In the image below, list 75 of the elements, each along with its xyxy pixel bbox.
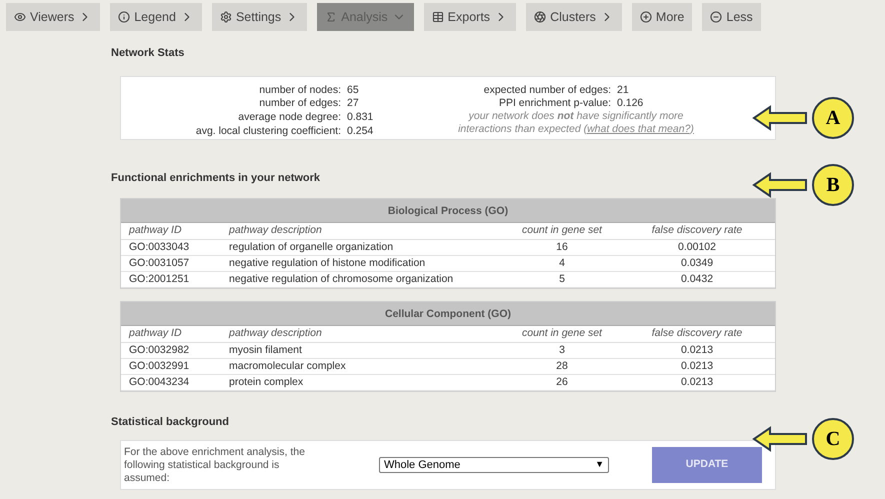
dropdown-arrow-icon: ▼	[595, 458, 604, 472]
minus-icon	[710, 11, 722, 23]
enrichment-note: your network does not have significantly more interactions than expected (what does that mean?)	[457, 110, 695, 136]
table-cell-text: 16	[555, 240, 569, 255]
left-arrow-icon	[752, 426, 808, 452]
table-cell-text: 4	[558, 256, 566, 271]
stat-label: expected number of edges:	[482, 84, 611, 96]
left-arrow-icon	[752, 172, 808, 198]
toolbar-tab[interactable]: Clusters	[526, 3, 622, 31]
table-cell-text: GO:0031057	[129, 256, 190, 271]
background-description: For the above enrichment analysis, the following statistical background is assumed:	[124, 446, 306, 484]
stat-value: 21	[617, 84, 630, 96]
sigma-icon	[325, 11, 338, 23]
table-cell-text: myosin filament	[229, 342, 303, 358]
callout-badge: C	[812, 418, 854, 460]
stat-label: PPI enrichment p-value:	[498, 96, 611, 110]
column-header: false discovery rate	[650, 326, 744, 341]
section-title: Functional enrichments in your network	[111, 170, 322, 186]
table-cell-text: GO:0043234	[129, 374, 190, 390]
column-header: pathway description	[229, 326, 323, 341]
table-cell-text: 26	[555, 374, 569, 390]
column-header: count in gene set	[521, 223, 604, 238]
toolbar-tab[interactable]: Viewers	[6, 3, 100, 31]
table-title: Biological Process (GO)	[121, 199, 775, 223]
stat-value: 0.831	[347, 111, 374, 125]
table-cell-text: protein complex	[229, 374, 304, 390]
table-cell-text: GO:0033043	[129, 240, 190, 255]
table-cell-text: 0.0213	[680, 374, 714, 390]
table-cell-text: 0.0432	[680, 272, 714, 287]
background-select[interactable]: Whole Genome ▼	[379, 457, 609, 473]
stat-value: 65	[347, 84, 360, 98]
table-cell-text: GO:0032991	[129, 358, 190, 374]
toolbar-tab[interactable]: Exports	[424, 3, 516, 31]
plus-icon	[640, 11, 652, 23]
table-cell-text: 28	[555, 358, 569, 374]
toolbar-tab[interactable]: Less	[702, 3, 761, 31]
column-header: pathway ID	[129, 326, 183, 341]
left-arrow-icon	[752, 105, 808, 131]
aperture-icon	[534, 11, 546, 23]
help-link[interactable]: (what does that mean?)	[584, 122, 694, 134]
column-header: pathway description	[229, 223, 323, 238]
stat-label: average node degree:	[237, 111, 341, 125]
callout-badge: A	[812, 97, 854, 139]
table-cell-text: 0.0213	[680, 342, 714, 358]
column-header: false discovery rate	[650, 223, 744, 238]
stat-label: avg. local clustering coefficient:	[194, 124, 341, 138]
table-title: Cellular Component (GO)	[121, 302, 775, 326]
table-cell-text: macromolecular complex	[229, 358, 347, 374]
table-cell-text: 3	[558, 342, 566, 358]
info-icon	[118, 11, 130, 23]
table-cell-text: 0.00102	[677, 240, 717, 255]
stat-label: number of edges:	[258, 97, 341, 111]
section-title: Statistical background	[111, 414, 230, 430]
eye-icon	[14, 11, 26, 23]
table-cell-text: GO:2001251	[129, 272, 190, 287]
callout-badge: B	[812, 164, 854, 206]
stat-value: 0.126	[617, 96, 644, 110]
column-header: pathway ID	[129, 223, 183, 238]
table-cell-text: regulation of organelle organization	[229, 240, 394, 255]
table-icon	[432, 11, 444, 23]
table-cell-text: 0.0213	[680, 358, 714, 374]
toolbar-tab[interactable]: Settings	[212, 3, 308, 31]
table-cell-text: negative regulation of chromosome organization	[229, 272, 454, 287]
stat-label: number of nodes:	[258, 84, 341, 98]
gear-icon	[220, 11, 232, 23]
table-cell-text: negative regulation of histone modification	[229, 256, 426, 271]
section-title: Network Stats	[111, 46, 186, 61]
column-header: count in gene set	[521, 326, 604, 341]
toolbar-tab[interactable]: Legend	[110, 3, 202, 31]
table-cell-text: GO:0032982	[129, 342, 190, 358]
table-cell-text: 0.0349	[680, 256, 714, 271]
stat-value: 0.254	[347, 124, 374, 138]
stat-value: 27	[347, 97, 360, 111]
toolbar-tab[interactable]: More	[632, 3, 692, 31]
table-cell-text: 5	[558, 272, 566, 287]
